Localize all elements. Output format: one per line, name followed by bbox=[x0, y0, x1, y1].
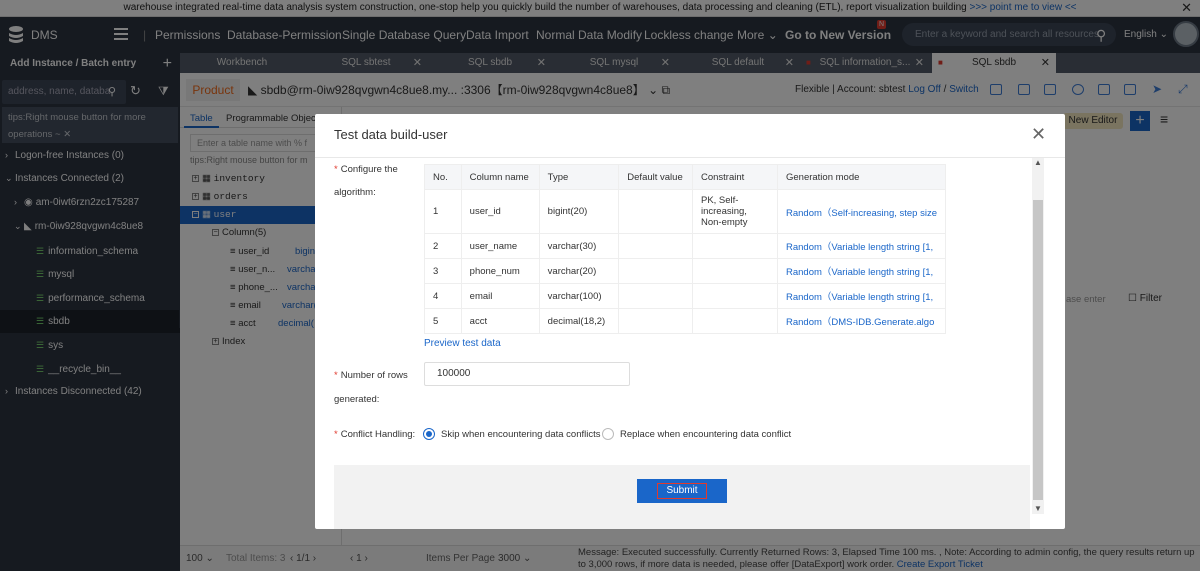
cell-name: phone_num bbox=[460, 258, 540, 284]
cell-generation-mode[interactable]: Random（Self-increasing, step size bbox=[776, 189, 947, 234]
cell-type: bigint(20) bbox=[538, 189, 620, 234]
table-row: 5 acct decimal(18,2) Random（DMS-IDB.Gene… bbox=[424, 308, 947, 334]
cell-name: acct bbox=[460, 308, 540, 334]
table-row: 4 email varchar(100) Random（Variable len… bbox=[424, 283, 947, 309]
cell-no: 2 bbox=[424, 233, 462, 259]
table-header: No. Column name Type Default value Const… bbox=[424, 164, 947, 190]
col-header-name: Column name bbox=[460, 164, 540, 190]
divider bbox=[315, 157, 1065, 158]
submit-label: Submit bbox=[657, 483, 707, 499]
table-row: 1 user_id bigint(20) PK, Self-increasing… bbox=[424, 189, 947, 234]
cell-generation-mode[interactable]: Random（Variable length string [1, bbox=[776, 283, 947, 309]
cell-no: 1 bbox=[424, 189, 462, 234]
cell-constraint bbox=[691, 308, 778, 334]
col-header-default: Default value bbox=[618, 164, 693, 190]
cell-constraint bbox=[691, 283, 778, 309]
cell-default bbox=[618, 233, 693, 259]
scroll-up-icon[interactable]: ▲ bbox=[1034, 158, 1042, 167]
col-header-no: No. bbox=[424, 164, 462, 190]
rows-label-text: Number of rows bbox=[340, 370, 408, 381]
conflict-label-text: Conflict Handling: bbox=[340, 429, 416, 440]
col-header-generation: Generation mode bbox=[776, 164, 947, 190]
cell-constraint: PK, Self-increasing, Non-empty bbox=[691, 189, 778, 234]
dialog-title: Test data build-user bbox=[334, 127, 448, 142]
cell-generation-mode[interactable]: Random（DMS-IDB.Generate.algo bbox=[776, 308, 947, 334]
cell-no: 3 bbox=[424, 258, 462, 284]
scroll-down-icon[interactable]: ▼ bbox=[1034, 504, 1042, 513]
cell-default bbox=[618, 283, 693, 309]
cell-type: decimal(18,2) bbox=[538, 308, 620, 334]
cell-type: varchar(20) bbox=[538, 258, 620, 284]
cell-no: 5 bbox=[424, 308, 462, 334]
cell-constraint bbox=[691, 233, 778, 259]
rows-label: * Number of rows bbox=[334, 370, 408, 381]
cell-default bbox=[618, 258, 693, 284]
replace-conflict-radio[interactable] bbox=[602, 428, 614, 440]
cell-name: user_name bbox=[460, 233, 540, 259]
cell-constraint bbox=[691, 258, 778, 284]
cell-name: user_id bbox=[460, 189, 540, 234]
replace-conflict-label[interactable]: Replace when encountering data conflict bbox=[620, 429, 791, 440]
configure-label: * Configure the bbox=[334, 164, 398, 175]
skip-conflict-label[interactable]: Skip when encountering data conflicts bbox=[441, 429, 601, 440]
rows-label-2: generated: bbox=[334, 394, 380, 405]
configure-label-2: algorithm: bbox=[334, 187, 376, 198]
cell-type: varchar(100) bbox=[538, 283, 620, 309]
test-data-build-dialog: Test data build-user ✕ * Configure the al… bbox=[315, 114, 1065, 529]
preview-test-data-link[interactable]: Preview test data bbox=[424, 338, 501, 349]
conflict-label: * Conflict Handling: bbox=[334, 429, 416, 440]
cell-type: varchar(30) bbox=[538, 233, 620, 259]
cell-no: 4 bbox=[424, 283, 462, 309]
close-icon[interactable]: ✕ bbox=[1031, 125, 1046, 143]
cell-generation-mode[interactable]: Random（Variable length string [1, bbox=[776, 233, 947, 259]
cell-default bbox=[618, 308, 693, 334]
table-row: 2 user_name varchar(30) Random（Variable … bbox=[424, 233, 947, 259]
configure-label-text: Configure the bbox=[340, 164, 398, 175]
submit-button[interactable]: Submit bbox=[637, 479, 727, 503]
col-header-constraint: Constraint bbox=[691, 164, 778, 190]
generation-config-table: No. Column name Type Default value Const… bbox=[424, 164, 947, 334]
dialog-scrollbar-thumb[interactable] bbox=[1033, 200, 1043, 500]
cell-default bbox=[618, 189, 693, 234]
skip-conflict-radio[interactable] bbox=[423, 428, 435, 440]
cell-generation-mode[interactable]: Random（Variable length string [1, bbox=[776, 258, 947, 284]
rows-count-input[interactable]: 100000 bbox=[424, 362, 630, 386]
cell-name: email bbox=[460, 283, 540, 309]
table-row: 3 phone_num varchar(20) Random（Variable … bbox=[424, 258, 947, 284]
col-header-type: Type bbox=[538, 164, 620, 190]
